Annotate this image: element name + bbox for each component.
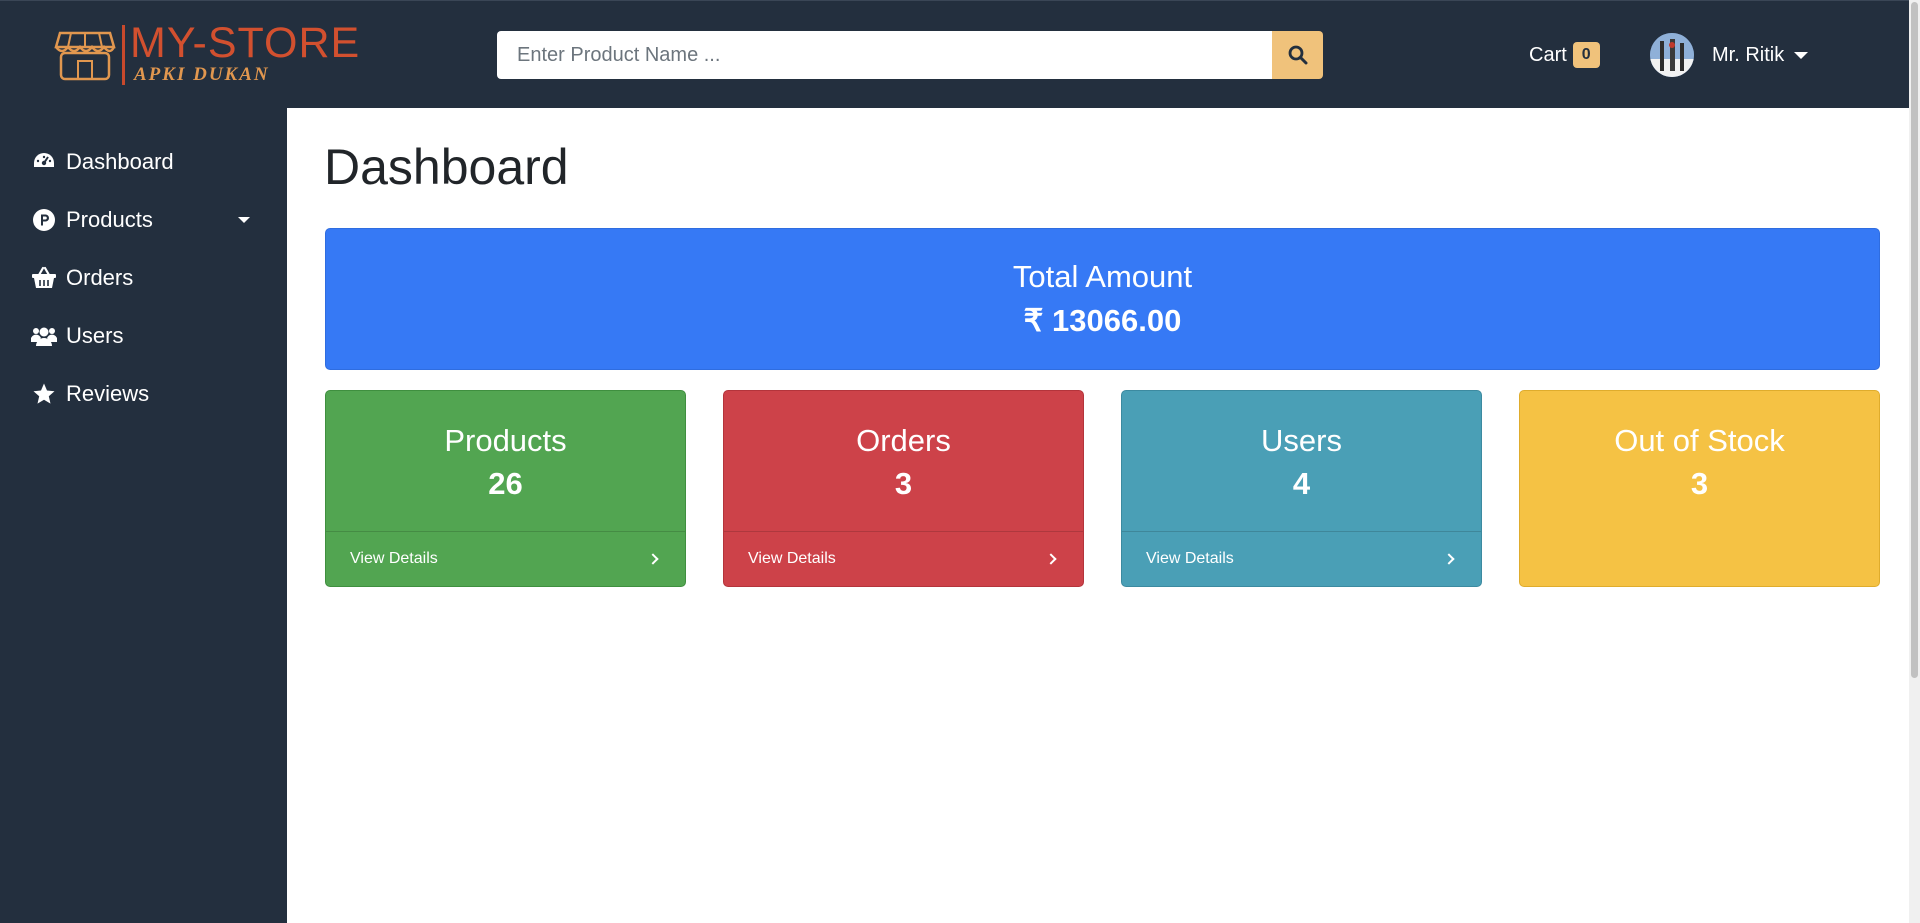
products-view-details-link[interactable]: View Details bbox=[326, 531, 685, 586]
page-scrollbar[interactable] bbox=[1909, 0, 1920, 923]
storefront-icon bbox=[54, 31, 116, 81]
top-navbar: MY-STORE APKI DUKAN Cart 0 Mr. Ritik bbox=[0, 0, 1909, 108]
basket-icon bbox=[30, 264, 58, 292]
cart-label: Cart bbox=[1529, 43, 1567, 66]
stat-label: Users bbox=[1261, 423, 1342, 458]
total-amount-label: Total Amount bbox=[1012, 259, 1193, 294]
user-name: Mr. Ritik bbox=[1712, 43, 1785, 66]
total-amount-value: ₹ 13066.00 bbox=[1023, 303, 1182, 338]
view-details-label: View Details bbox=[748, 550, 836, 567]
sidebar-item-label: Orders bbox=[66, 265, 134, 290]
orders-stat-card: Orders 3 View Details bbox=[723, 390, 1084, 587]
sidebar-item-label: Products bbox=[66, 207, 153, 232]
avatar-image bbox=[1650, 33, 1694, 77]
sidebar-item-orders[interactable]: Orders bbox=[30, 258, 250, 298]
view-details-label: View Details bbox=[1146, 550, 1234, 567]
stat-value: 4 bbox=[1292, 466, 1311, 501]
store-logo[interactable]: MY-STORE APKI DUKAN bbox=[54, 19, 374, 87]
sidebar-item-reviews[interactable]: Reviews bbox=[30, 374, 250, 414]
stat-label: Orders bbox=[856, 423, 951, 458]
stat-value: 26 bbox=[488, 466, 523, 501]
avatar bbox=[1650, 33, 1694, 77]
search-input[interactable] bbox=[497, 31, 1272, 79]
chevron-down-icon bbox=[1794, 51, 1809, 59]
users-view-details-link[interactable]: View Details bbox=[1122, 531, 1481, 586]
cart-link[interactable]: Cart 0 bbox=[1529, 39, 1600, 71]
product-circle-icon bbox=[30, 206, 58, 234]
chevron-right-icon bbox=[1045, 553, 1057, 565]
logo-title: MY-STORE bbox=[130, 19, 361, 67]
products-stat-card: Products 26 View Details bbox=[325, 390, 686, 587]
out-of-stock-stat-card: Out of Stock 3 bbox=[1519, 390, 1880, 587]
search-icon bbox=[1288, 45, 1307, 65]
sidebar-item-products[interactable]: Products bbox=[30, 200, 250, 240]
chevron-right-icon bbox=[1443, 553, 1455, 565]
stat-label: Products bbox=[444, 423, 567, 458]
users-stat-card: Users 4 View Details bbox=[1121, 390, 1482, 587]
sidebar-item-label: Dashboard bbox=[66, 149, 174, 174]
stat-value: 3 bbox=[894, 466, 913, 501]
star-icon bbox=[30, 380, 58, 408]
sidebar-item-dashboard[interactable]: Dashboard bbox=[30, 142, 250, 182]
page-title: Dashboard bbox=[324, 139, 569, 195]
cart-count-badge: 0 bbox=[1572, 42, 1600, 68]
search-bar bbox=[497, 31, 1323, 79]
sidebar-item-label: Reviews bbox=[66, 381, 150, 406]
stat-label: Out of Stock bbox=[1614, 423, 1785, 458]
chevron-down-icon[interactable] bbox=[238, 217, 250, 223]
scrollbar-thumb[interactable] bbox=[1911, 2, 1918, 678]
view-details-label: View Details bbox=[350, 550, 438, 567]
tachometer-icon bbox=[30, 148, 58, 176]
chevron-right-icon bbox=[647, 553, 659, 565]
logo-divider bbox=[122, 25, 125, 85]
logo-subtitle: APKI DUKAN bbox=[134, 64, 270, 85]
sidebar-item-users[interactable]: Users bbox=[30, 316, 250, 356]
user-menu[interactable]: Mr. Ritik bbox=[1650, 32, 1809, 78]
search-button[interactable] bbox=[1272, 31, 1323, 79]
total-amount-card: Total Amount ₹ 13066.00 bbox=[325, 228, 1880, 370]
orders-view-details-link[interactable]: View Details bbox=[724, 531, 1083, 586]
users-icon bbox=[30, 322, 58, 350]
sidebar: Dashboard Products Orders Users Reviews bbox=[0, 108, 287, 923]
sidebar-item-label: Users bbox=[66, 323, 124, 348]
stat-value: 3 bbox=[1690, 466, 1709, 501]
